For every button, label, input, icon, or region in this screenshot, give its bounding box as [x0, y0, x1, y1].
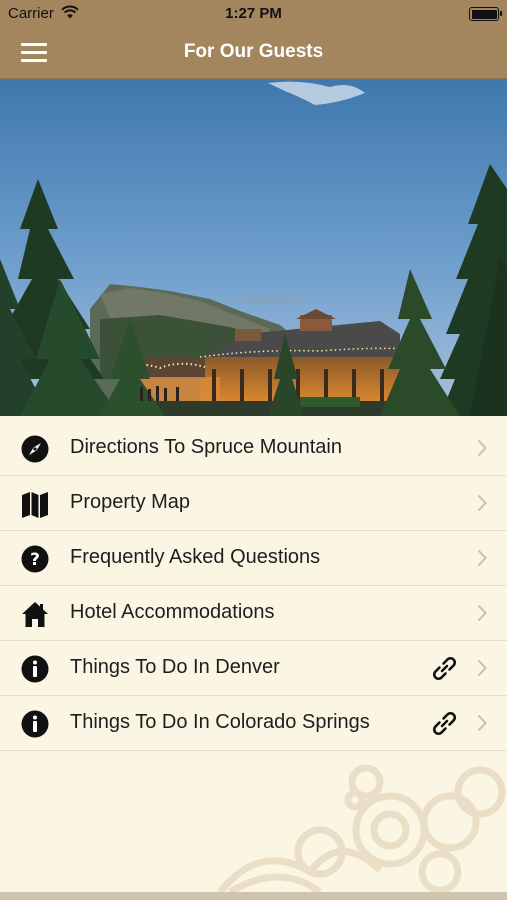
menu-item-label: Property Map — [70, 491, 191, 513]
map-icon — [22, 492, 48, 518]
info-icon — [21, 655, 49, 683]
menu-list: Directions To Spruce Mountain Property M… — [0, 421, 507, 751]
info-icon — [21, 710, 49, 738]
menu-item-denver[interactable]: Things To Do In Denver — [0, 641, 507, 696]
menu-item-faq[interactable]: ? Frequently Asked Questions — [0, 531, 507, 586]
chevron-right-icon — [477, 714, 487, 732]
chevron-right-icon — [477, 659, 487, 677]
menu-item-label: Hotel Accommodations — [70, 601, 275, 623]
nav-bar: For Our Guests — [0, 28, 507, 79]
status-bar: Carrier 1:27 PM — [0, 0, 507, 28]
external-link-icon — [432, 711, 457, 736]
bottom-divider — [0, 892, 507, 900]
battery-icon — [469, 7, 502, 21]
compass-icon — [21, 435, 49, 463]
chevron-right-icon — [477, 604, 487, 622]
menu-item-colorado-springs[interactable]: Things To Do In Colorado Springs — [0, 696, 507, 751]
chevron-right-icon — [477, 439, 487, 457]
menu-item-label: Frequently Asked Questions — [70, 546, 321, 568]
menu-item-label: Directions To Spruce Mountain — [70, 436, 342, 458]
svg-text:?: ? — [30, 550, 40, 570]
page-title: For Our Guests — [183, 41, 324, 62]
chevron-right-icon — [477, 494, 487, 512]
house-icon — [22, 602, 48, 627]
question-icon: ? — [21, 545, 49, 573]
clock: 1:27 PM — [225, 5, 282, 22]
menu-item-hotel[interactable]: Hotel Accommodations — [0, 586, 507, 641]
decorative-swirls — [217, 764, 506, 892]
menu-item-property-map[interactable]: Property Map — [0, 476, 507, 531]
lodge-photo — [0, 79, 507, 416]
menu-item-label: Things To Do In Denver — [70, 656, 280, 678]
chevron-right-icon — [477, 549, 487, 567]
external-link-icon — [432, 656, 457, 681]
menu-item-directions[interactable]: Directions To Spruce Mountain — [0, 421, 507, 476]
hero-image — [0, 79, 507, 416]
menu-item-label: Things To Do In Colorado Springs — [70, 711, 370, 733]
